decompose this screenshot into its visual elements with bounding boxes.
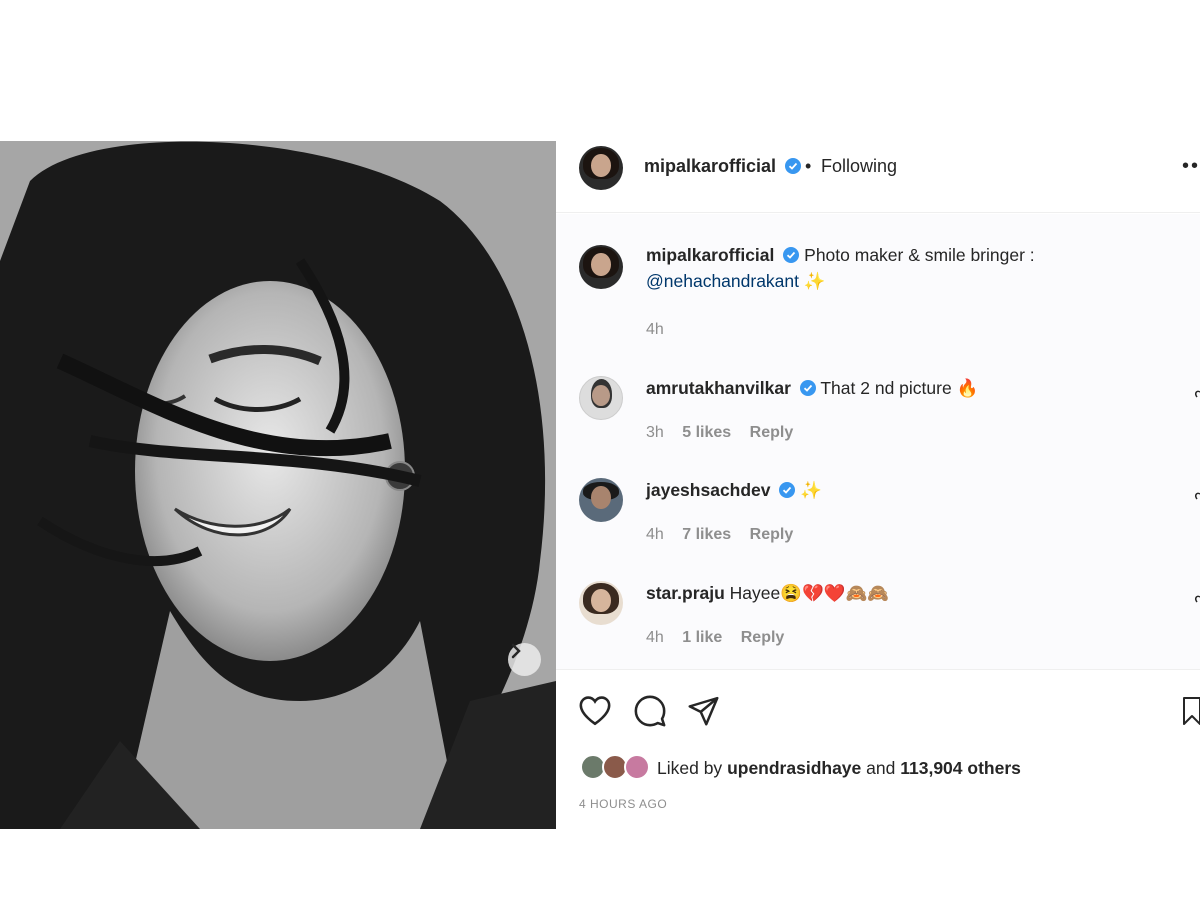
comment-like-heart-icon[interactable] <box>1192 492 1200 504</box>
verified-badge-icon <box>785 158 802 174</box>
comment-text-row: jayeshsachdev ✨ <box>646 477 822 503</box>
comment-meta: 3h 5 likes Reply <box>646 424 807 442</box>
likes-count-link[interactable]: 113,904 others <box>900 758 1021 778</box>
likes-prefix: Liked by <box>657 758 723 778</box>
verified-badge-icon <box>783 247 800 263</box>
comment-time: 4h <box>646 526 664 543</box>
post-actions: Liked by upendrasidhaye and 113,904 othe… <box>556 669 1200 829</box>
following-button[interactable]: Following <box>821 156 897 177</box>
heart-icon[interactable] <box>578 695 612 727</box>
author-username[interactable]: mipalkarofficial <box>644 156 776 176</box>
bookmark-icon[interactable] <box>1182 696 1200 726</box>
caption-row: mipalkarofficial Photo maker & smile bri… <box>556 242 1200 338</box>
sparkles-emoji: ✨ <box>803 271 826 291</box>
post-details-panel: mipalkarofficial • Following ••• mipalka… <box>556 141 1200 829</box>
reply-button[interactable]: Reply <box>750 526 794 543</box>
comment-username[interactable]: jayeshsachdev <box>646 480 771 500</box>
reply-button[interactable]: Reply <box>741 629 785 646</box>
caption-time: 4h <box>646 321 664 338</box>
comment-time: 3h <box>646 424 664 441</box>
liker-avatar[interactable] <box>624 754 650 780</box>
comment-username[interactable]: star.praju <box>646 583 725 603</box>
caption-text-line-1: mipalkarofficial Photo maker & smile bri… <box>646 242 1035 268</box>
comment-time: 4h <box>646 629 664 646</box>
author-username-row[interactable]: mipalkarofficial <box>644 156 802 177</box>
verified-badge-icon <box>779 482 796 498</box>
post-header: mipalkarofficial • Following ••• <box>556 141 1200 213</box>
caption-mention-link[interactable]: @nehachandrakant <box>646 271 799 291</box>
commenter-avatar[interactable] <box>579 478 623 522</box>
chevron-right-icon <box>511 643 521 659</box>
comment-item: jayeshsachdev ✨ 4h 7 likes Reply <box>556 478 1200 558</box>
comment-body: Hayee😫💔❤️🙈🙈 <box>729 583 890 603</box>
comment-body: That 2 nd picture 🔥 <box>820 378 979 398</box>
comment-item: star.praju Hayee😫💔❤️🙈🙈 4h 1 like Reply <box>556 581 1200 661</box>
commenter-avatar[interactable] <box>579 376 623 420</box>
author-avatar[interactable] <box>579 146 623 190</box>
more-options-icon[interactable]: ••• <box>1182 155 1200 178</box>
caption-text-line-2: @nehachandrakant ✨ <box>646 268 826 294</box>
comment-icon[interactable] <box>633 694 667 728</box>
next-image-button[interactable] <box>508 643 541 676</box>
comment-meta: 4h 7 likes Reply <box>646 526 807 544</box>
caption-author-avatar[interactable] <box>579 245 623 289</box>
comment-text-row: star.praju Hayee😫💔❤️🙈🙈 <box>646 580 889 606</box>
commenter-avatar[interactable] <box>579 581 623 625</box>
comment-likes[interactable]: 1 like <box>682 629 722 646</box>
verified-badge-icon <box>799 380 816 396</box>
caption-username[interactable]: mipalkarofficial <box>646 245 774 265</box>
instagram-post-screen: mipalkarofficial • Following ••• mipalka… <box>0 0 1200 900</box>
post-photo[interactable] <box>0 141 556 829</box>
comment-like-heart-icon[interactable] <box>1192 595 1200 607</box>
comment-like-heart-icon[interactable] <box>1192 390 1200 402</box>
reply-button[interactable]: Reply <box>750 424 794 441</box>
comment-likes[interactable]: 7 likes <box>682 526 731 543</box>
send-icon[interactable] <box>687 694 720 727</box>
caption-meta: 4h <box>646 321 678 339</box>
portrait-image <box>0 141 556 829</box>
comment-username[interactable]: amrutakhanvilkar <box>646 378 791 398</box>
comment-meta: 4h 1 like Reply <box>646 629 798 647</box>
liker-username-link[interactable]: upendrasidhaye <box>727 758 861 778</box>
likes-conjunction: and <box>866 758 896 778</box>
likes-summary: Liked by upendrasidhaye and 113,904 othe… <box>657 758 1021 779</box>
caption-body: Photo maker & smile bringer : <box>804 245 1035 265</box>
comment-likes[interactable]: 5 likes <box>682 424 731 441</box>
comments-section: mipalkarofficial Photo maker & smile bri… <box>556 214 1200 669</box>
comment-item: amrutakhanvilkar That 2 nd picture 🔥 3h … <box>556 376 1200 456</box>
comment-body: ✨ <box>800 480 823 500</box>
separator-dot: • <box>805 156 812 176</box>
comment-text-row: amrutakhanvilkar That 2 nd picture 🔥 <box>646 375 978 401</box>
post-timestamp: 4 HOURS AGO <box>579 797 668 811</box>
